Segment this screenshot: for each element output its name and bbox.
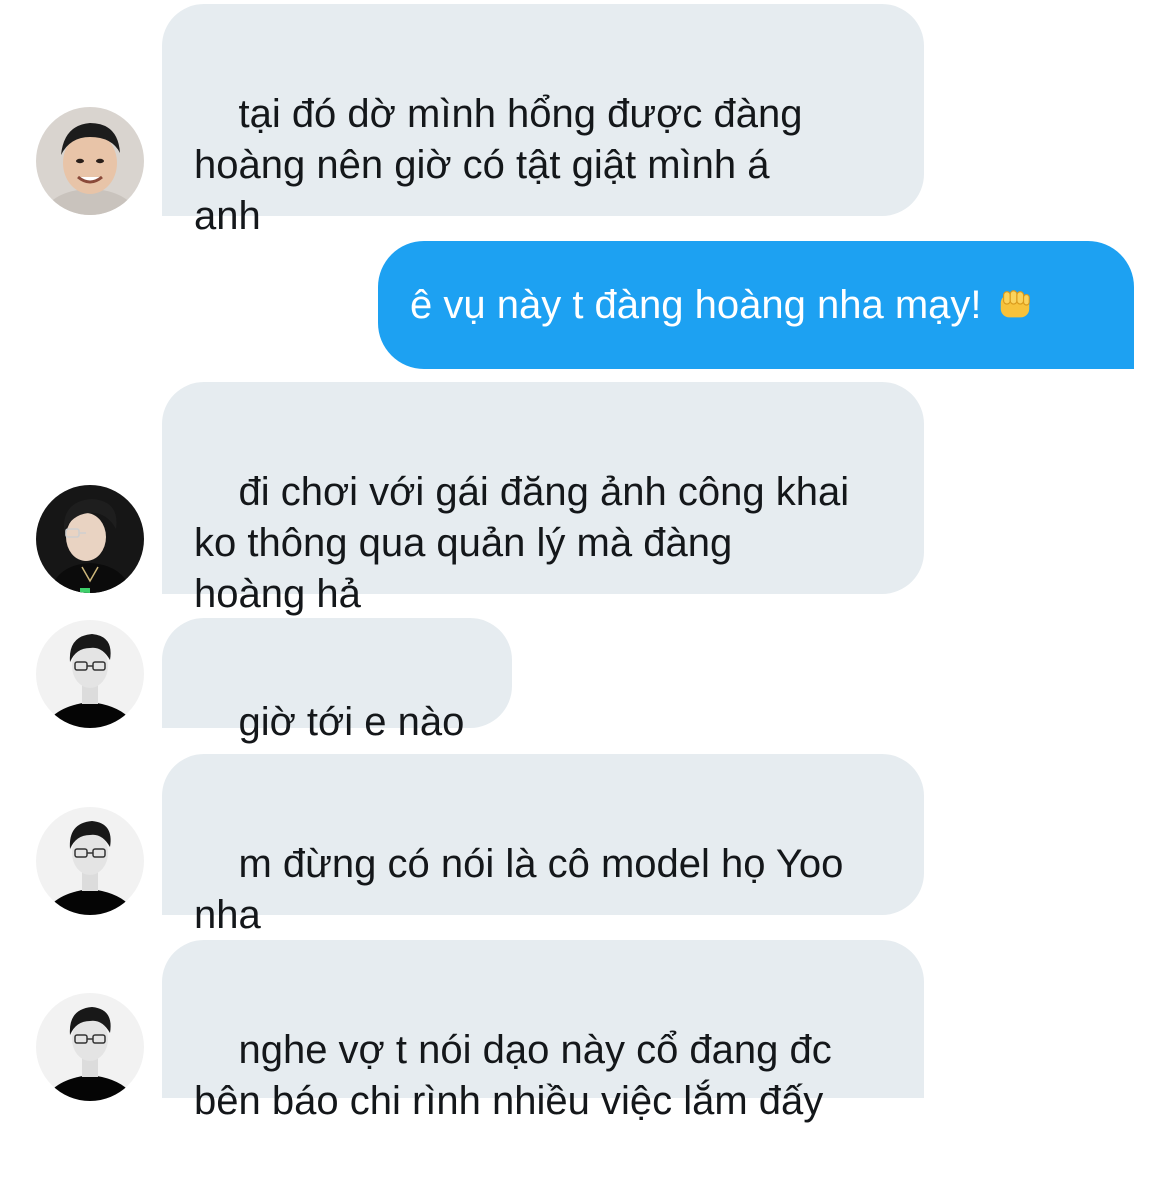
oncoming-fist-emoji [1000, 290, 1030, 318]
message-bubble-incoming[interactable]: nghe vợ t nói dạo này cổ đang đc bên báo… [162, 940, 924, 1123]
message-thread: tại đó dờ mình hổng được đàng hoàng nên … [0, 0, 1170, 1123]
sender-avatar[interactable] [36, 807, 144, 915]
sender-avatar[interactable] [36, 993, 144, 1101]
sender-avatar[interactable] [36, 485, 144, 593]
message-bubble-outgoing[interactable]: ê vụ này t đàng hoàng nha mạy! [378, 241, 1134, 369]
avatar-man-glasses-bw-photo [36, 993, 144, 1101]
message-text: m đừng có nói là cô model họ Yoo nha [194, 842, 844, 937]
message-text: nghe vợ t nói dạo này cổ đang đc bên báo… [194, 1028, 832, 1123]
avatar-smiling-man-photo [36, 107, 144, 215]
sender-avatar[interactable] [36, 620, 144, 728]
message-text: đi chơi với gái đăng ảnh công khai ko th… [194, 470, 850, 616]
message-bubble-incoming[interactable]: giờ tới e nào v [162, 618, 512, 795]
message-bubble-incoming[interactable]: tại đó dờ mình hổng được đàng hoàng nên … [162, 4, 924, 238]
message-text: ê vụ này t đàng hoàng nha mạy! [410, 282, 982, 327]
message-text: tại đó dờ mình hổng được đàng hoàng nên … [194, 92, 803, 238]
avatar-man-glasses-bw-photo [36, 807, 144, 915]
message-bubble-incoming[interactable]: đi chơi với gái đăng ảnh công khai ko th… [162, 382, 924, 616]
avatar-man-glasses-bw-photo [36, 620, 144, 728]
avatar-man-glasses-dark-photo [36, 485, 144, 593]
sender-avatar[interactable] [36, 107, 144, 215]
message-bubble-incoming[interactable]: m đừng có nói là cô model họ Yoo nha [162, 754, 924, 937]
